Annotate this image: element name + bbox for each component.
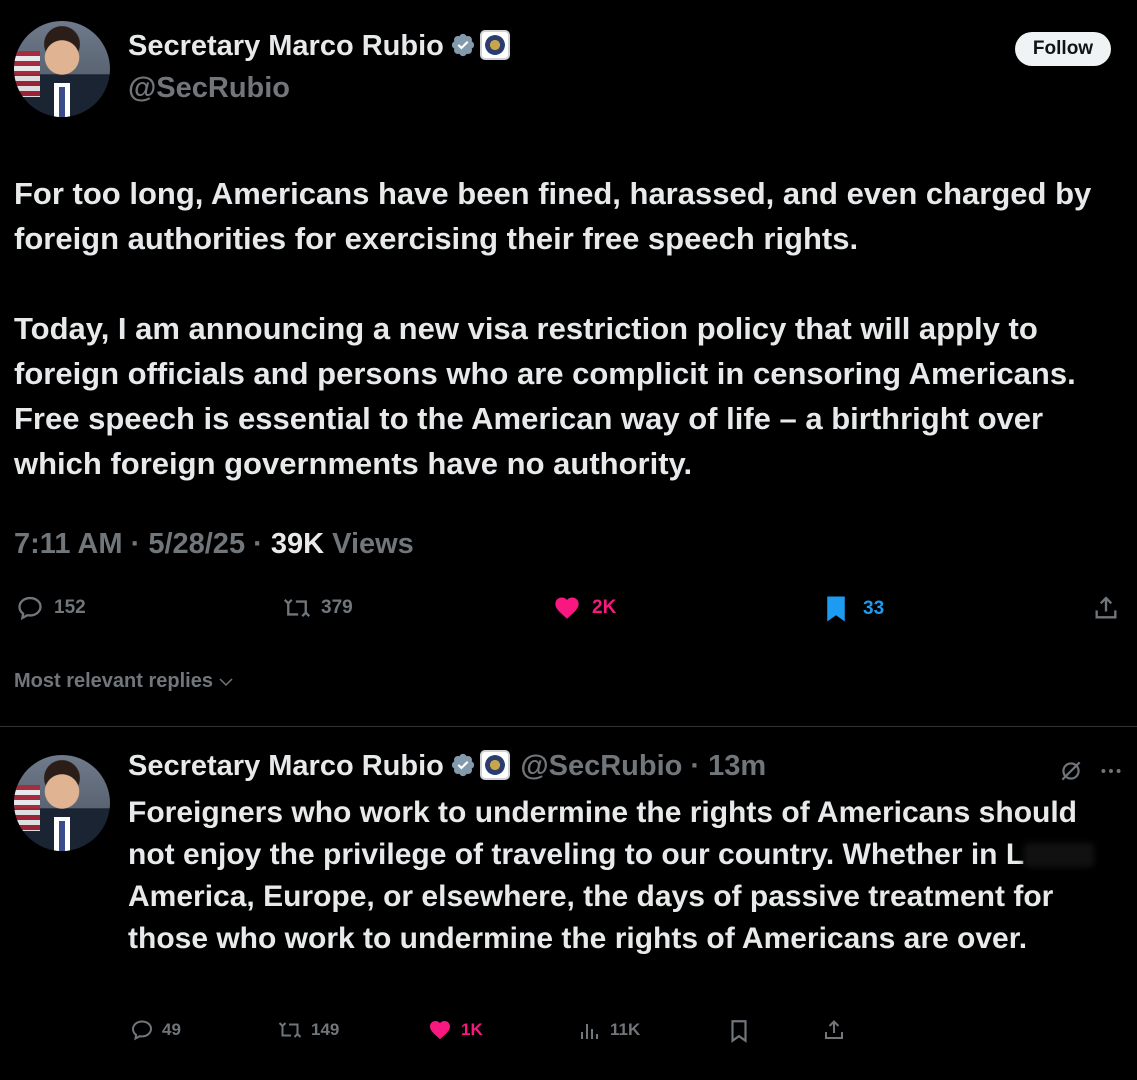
reply-text: Foreigners who work to undermine the rig… — [128, 792, 1128, 960]
like-count: 2K — [592, 597, 617, 618]
state-department-seal-icon — [479, 750, 510, 780]
replies-filter[interactable]: Most relevant replies — [14, 670, 235, 693]
reply-like-count: 1K — [461, 1020, 483, 1039]
post-date[interactable]: 5/28/25 — [148, 528, 245, 560]
reply-text-part-2: America, Europe, or elsewhere, the days … — [128, 880, 1054, 955]
repost-button[interactable]: 379 — [283, 594, 353, 622]
author-handle[interactable]: @SecRubio — [128, 72, 290, 105]
post-paragraph-1: For too long, Americans have been fined,… — [14, 176, 1092, 256]
follow-button[interactable]: Follow — [1015, 32, 1111, 66]
reply-reply-button[interactable]: 49 — [130, 1018, 181, 1042]
author-name[interactable]: Secretary Marco Rubio — [128, 30, 444, 62]
reply-icon — [131, 1020, 153, 1041]
reply-text-part-1: Foreigners who work to undermine the rig… — [128, 796, 1077, 871]
avatar-tie — [59, 87, 65, 117]
reply-icon — [18, 596, 42, 621]
post-text: For too long, Americans have been fined,… — [14, 171, 1129, 486]
reply-views-button[interactable]: 11K — [578, 1018, 640, 1042]
verified-badge-icon — [451, 33, 474, 57]
reply-author-avatar[interactable] — [14, 755, 110, 851]
grok-icon — [1061, 761, 1081, 781]
heart-icon — [430, 1021, 450, 1040]
share-icon — [825, 1020, 843, 1039]
reply-share-button[interactable] — [822, 1018, 846, 1042]
reply-reply-count: 49 — [162, 1020, 181, 1039]
more-button[interactable] — [1098, 758, 1124, 789]
reply-time-ago[interactable]: 13m — [708, 750, 766, 782]
share-icon — [1095, 596, 1117, 619]
redacted-area — [1024, 843, 1095, 867]
reply-repost-button[interactable]: 149 — [277, 1018, 339, 1042]
bookmark-button[interactable]: 33 — [823, 594, 884, 624]
views-count: 39K — [270, 528, 325, 560]
divider — [0, 726, 1137, 727]
more-icon — [1101, 769, 1121, 773]
bookmark-icon — [827, 596, 845, 622]
chevron-down-icon — [219, 677, 233, 686]
post-time[interactable]: 7:11 AM — [14, 528, 123, 560]
author-avatar[interactable] — [14, 21, 110, 117]
bookmark-count: 33 — [863, 598, 885, 619]
author-name-row: Secretary Marco Rubio — [128, 30, 510, 63]
views-label: Views — [332, 528, 414, 560]
reply-header: Secretary Marco Rubio @SecRubio · 13m — [128, 750, 766, 783]
reply-repost-count: 149 — [311, 1020, 340, 1039]
flag-decoration — [14, 785, 40, 831]
meta-separator: · — [245, 528, 271, 560]
reply-views-count: 11K — [610, 1020, 641, 1039]
repost-count: 379 — [321, 597, 353, 618]
state-department-seal-icon — [479, 30, 510, 60]
post-paragraph-2: Today, I am announcing a new visa restri… — [14, 311, 1076, 481]
verified-badge-icon — [451, 753, 474, 777]
post-meta: 7:11 AM · 5/28/25 · 39K Views — [14, 528, 414, 561]
meta-separator: · — [682, 750, 709, 782]
reply-bookmark-button[interactable] — [728, 1018, 750, 1044]
reply-count: 152 — [54, 597, 86, 618]
repost-icon — [283, 599, 311, 617]
avatar-tie — [59, 821, 65, 851]
meta-separator: · — [122, 528, 149, 560]
repost-icon — [278, 1022, 302, 1038]
reply-author-name[interactable]: Secretary Marco Rubio — [128, 750, 444, 782]
reply-like-button[interactable]: 1K — [427, 1018, 483, 1042]
reply-author-handle[interactable]: @SecRubio — [520, 750, 682, 782]
reply-button[interactable]: 152 — [16, 594, 86, 622]
views-icon — [581, 1024, 598, 1039]
grok-button[interactable] — [1058, 758, 1084, 789]
bookmark-icon — [731, 1020, 747, 1043]
heart-icon — [555, 597, 579, 619]
flag-decoration — [14, 51, 40, 97]
share-button[interactable] — [1092, 594, 1120, 622]
like-button[interactable]: 2K — [552, 594, 616, 622]
replies-filter-label: Most relevant replies — [14, 670, 213, 692]
